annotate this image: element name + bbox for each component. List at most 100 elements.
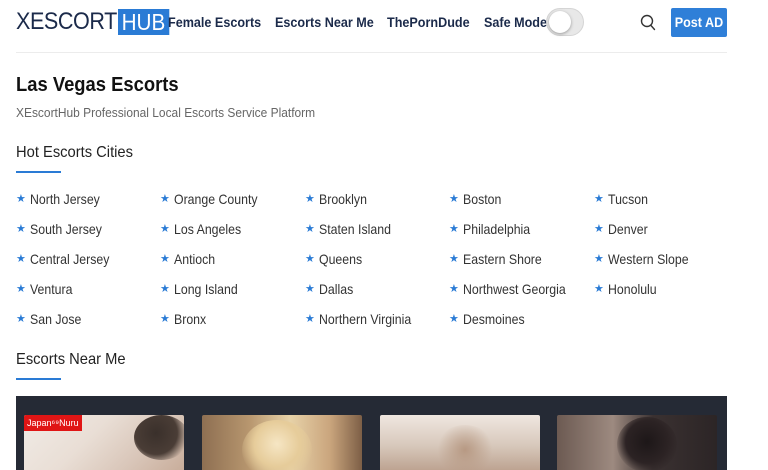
star-icon: ★ (160, 312, 170, 325)
city-link[interactable]: ★ San Jose (16, 311, 88, 327)
city-link[interactable]: ★ Philadelphia (449, 221, 539, 237)
city-link[interactable]: ★ South Jersey (16, 221, 112, 237)
star-icon: ★ (449, 282, 459, 295)
city-link[interactable]: ★ Queens (305, 251, 368, 267)
star-icon: ★ (160, 222, 170, 235)
star-icon: ★ (449, 312, 459, 325)
safe-mode-label: Safe Mode: (484, 14, 552, 30)
header: XESCORT HUB Female Escorts Escorts Near … (0, 0, 768, 46)
search-icon[interactable] (639, 13, 657, 33)
escort-card[interactable] (557, 415, 717, 470)
city-label: North Jersey (29, 191, 100, 207)
city-label: Northern Virginia (318, 311, 412, 327)
star-icon: ★ (305, 252, 315, 265)
escort-card[interactable]: Japan⁶⁹Nuru (24, 415, 184, 470)
city-label: Central Jersey (29, 251, 110, 267)
star-icon: ★ (160, 252, 170, 265)
star-icon: ★ (594, 222, 604, 235)
safe-mode-toggle[interactable] (546, 8, 584, 36)
star-icon: ★ (305, 312, 315, 325)
star-icon: ★ (16, 252, 26, 265)
city-link[interactable]: ★ Los Angeles (160, 221, 250, 237)
near-me-title: Escorts Near Me (16, 351, 126, 368)
city-label: Eastern Shore (462, 251, 542, 267)
star-icon: ★ (305, 192, 315, 205)
star-icon: ★ (449, 222, 459, 235)
card-photo (242, 420, 312, 470)
hot-cities-underline (16, 171, 61, 173)
city-label: Denver (607, 221, 648, 237)
city-label: Brooklyn (318, 191, 367, 207)
city-label: Philadelphia (462, 221, 531, 237)
city-label: San Jose (29, 311, 82, 327)
card-badge: Japan⁶⁹Nuru (24, 415, 82, 431)
city-label: Bronx (173, 311, 207, 327)
city-link[interactable]: ★ Orange County (160, 191, 269, 207)
header-divider (16, 52, 727, 53)
city-label: Western Slope (607, 251, 689, 267)
city-label: Long Island (173, 281, 238, 297)
star-icon: ★ (594, 252, 604, 265)
escort-card[interactable] (380, 415, 540, 470)
city-label: Queens (318, 251, 363, 267)
city-link[interactable]: ★ Boston (449, 191, 506, 207)
hot-cities-title: Hot Escorts Cities (16, 144, 133, 161)
nav-escorts-near-me[interactable]: Escorts Near Me (275, 14, 374, 30)
page-subtitle: XEscortHub Professional Local Escorts Se… (16, 105, 316, 120)
city-link[interactable]: ★ Northwest Georgia (449, 281, 580, 297)
city-link[interactable]: ★ Long Island (160, 281, 246, 297)
city-link[interactable]: ★ Brooklyn (305, 191, 373, 207)
city-label: Desmoines (462, 311, 525, 327)
star-icon: ★ (594, 282, 604, 295)
city-label: South Jersey (29, 221, 102, 237)
city-link[interactable]: ★ Central Jersey (16, 251, 120, 267)
city-label: Boston (462, 191, 502, 207)
star-icon: ★ (305, 282, 315, 295)
site-logo[interactable]: XESCORT HUB (16, 8, 175, 36)
city-label: Northwest Georgia (462, 281, 566, 297)
star-icon: ★ (449, 192, 459, 205)
escort-card[interactable] (202, 415, 362, 470)
city-label: Tucson (607, 191, 648, 207)
card-photo (617, 417, 677, 470)
star-icon: ★ (160, 192, 170, 205)
city-link[interactable]: ★ Bronx (160, 311, 210, 327)
card-photo (134, 415, 184, 460)
city-link[interactable]: ★ Dallas (305, 281, 358, 297)
city-label: Staten Island (318, 221, 391, 237)
page-title: Las Vegas Escorts (16, 74, 179, 96)
city-label: Orange County (173, 191, 258, 207)
star-icon: ★ (16, 282, 26, 295)
city-link[interactable]: ★ Tucson (594, 191, 653, 207)
city-link[interactable]: ★ Northern Virginia (305, 311, 424, 327)
city-link[interactable]: ★ Honolulu (594, 281, 663, 297)
card-photo (435, 425, 495, 470)
logo-text: XESCORT (16, 8, 117, 35)
city-link[interactable]: ★ Eastern Shore (449, 251, 552, 267)
city-link[interactable]: ★ Western Slope (594, 251, 699, 267)
star-icon: ★ (160, 282, 170, 295)
star-icon: ★ (16, 312, 26, 325)
city-label: Honolulu (607, 281, 657, 297)
city-label: Los Angeles (173, 221, 242, 237)
star-icon: ★ (594, 192, 604, 205)
escorts-gallery: Japan⁶⁹Nuru (16, 396, 727, 470)
city-link[interactable]: ★ Denver (594, 221, 653, 237)
post-ad-button[interactable]: Post AD (671, 8, 727, 37)
star-icon: ★ (305, 222, 315, 235)
city-link[interactable]: ★ Ventura (16, 281, 78, 297)
toggle-knob (549, 11, 571, 33)
star-icon: ★ (449, 252, 459, 265)
star-icon: ★ (16, 192, 26, 205)
city-link[interactable]: ★ Antioch (160, 251, 221, 267)
nav-female-escorts[interactable]: Female Escorts (168, 14, 261, 30)
city-label: Antioch (173, 251, 215, 267)
post-ad-label: Post AD (674, 14, 724, 30)
star-icon: ★ (16, 222, 26, 235)
city-label: Ventura (29, 281, 73, 297)
city-link[interactable]: ★ Desmoines (449, 311, 533, 327)
near-me-underline (16, 378, 61, 380)
city-link[interactable]: ★ Staten Island (305, 221, 401, 237)
nav-theporndude[interactable]: ThePornDude (387, 14, 470, 30)
city-link[interactable]: ★ North Jersey (16, 191, 109, 207)
